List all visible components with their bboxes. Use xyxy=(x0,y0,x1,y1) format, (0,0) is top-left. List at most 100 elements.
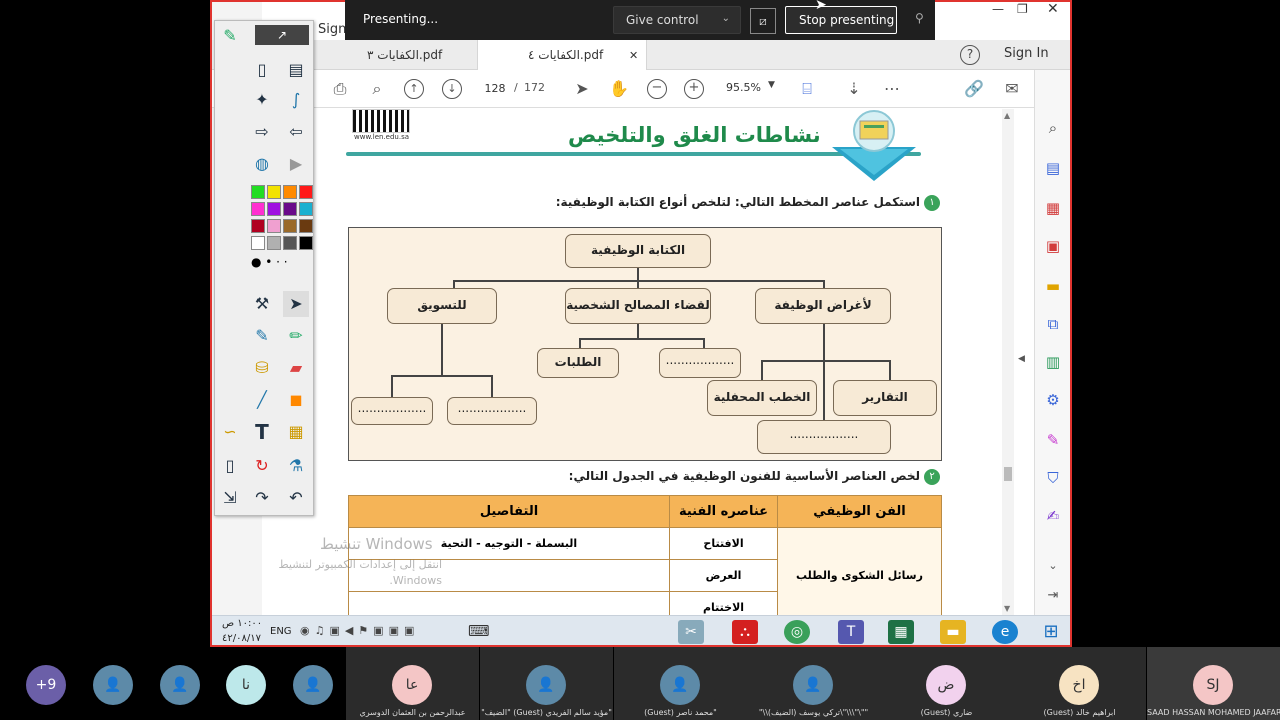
tab-kifayat-4[interactable]: الكفايات ٤.pdf ✕ xyxy=(477,40,647,70)
play-icon[interactable]: ▶ xyxy=(283,151,309,177)
color-swatch[interactable] xyxy=(299,219,313,233)
organize-icon[interactable]: ▦ xyxy=(1043,198,1063,218)
chevron-down-icon[interactable]: ▼ xyxy=(768,80,775,90)
sign-label[interactable]: Sign xyxy=(318,22,346,37)
app-explorer-icon[interactable]: ▬ xyxy=(940,620,966,644)
keyboard-icon[interactable]: ⌨ xyxy=(468,622,490,640)
color-swatch[interactable] xyxy=(251,185,265,199)
color-swatch[interactable] xyxy=(283,202,297,216)
pen-icon[interactable]: ✏ xyxy=(283,323,309,349)
color-swatch[interactable] xyxy=(251,236,265,250)
create-pdf-icon[interactable]: ▣ xyxy=(1043,236,1063,256)
undo-icon[interactable]: ↶ xyxy=(283,485,309,511)
page-number-input[interactable]: 128 xyxy=(478,80,512,98)
participant-tile[interactable]: 👤 xyxy=(278,647,346,720)
zoom-select[interactable]: 95.5% xyxy=(726,81,761,94)
color-swatch[interactable] xyxy=(267,202,281,216)
line-icon[interactable]: ╱ xyxy=(249,387,275,413)
restore-icon[interactable]: ❐ xyxy=(1017,2,1028,16)
export-pdf-icon[interactable]: ▤ xyxy=(1043,158,1063,178)
page-up-icon[interactable]: ↑ xyxy=(404,79,424,99)
color-swatch[interactable] xyxy=(299,202,313,216)
color-swatch[interactable] xyxy=(299,185,313,199)
scrollbar-up-icon[interactable]: ▲ xyxy=(1004,111,1010,120)
participant-tile[interactable]: 👤 xyxy=(146,647,212,720)
app-excel-icon[interactable]: ▦ xyxy=(888,620,914,644)
clapper-icon[interactable]: ▦ xyxy=(283,419,309,445)
color-swatch[interactable] xyxy=(283,185,297,199)
text-icon[interactable]: T xyxy=(249,419,275,445)
participant-tile[interactable]: 👤 xyxy=(80,647,146,720)
stop-presenting-button[interactable]: Stop presenting xyxy=(785,6,897,34)
print-icon[interactable]: ⎙ xyxy=(330,79,350,99)
minimize-icon[interactable]: — xyxy=(992,2,1004,16)
page-icon[interactable]: ▯ xyxy=(217,453,243,479)
color-swatch[interactable] xyxy=(267,185,281,199)
sign-icon[interactable]: ✍ xyxy=(1043,506,1063,526)
document-icon[interactable]: ▤ xyxy=(283,57,309,83)
participant-tile[interactable]: +9 xyxy=(0,647,80,720)
participant-tile[interactable]: 👤 (Guest) محمد ناصر" xyxy=(614,647,747,720)
email-icon[interactable]: ✉ xyxy=(1002,79,1022,99)
start-button[interactable]: ⊞ xyxy=(1038,620,1064,644)
color-swatch[interactable] xyxy=(283,219,297,233)
fill-icon[interactable]: ⛁ xyxy=(249,355,275,381)
comment-icon[interactable]: ▬ xyxy=(1043,276,1063,296)
spray-icon[interactable]: ⚗ xyxy=(283,453,309,479)
app-teams-icon[interactable]: T xyxy=(838,620,864,644)
color-swatch[interactable] xyxy=(283,236,297,250)
chevron-down-icon[interactable]: ⌄ xyxy=(1043,556,1063,576)
redo-icon[interactable]: ↷ xyxy=(249,485,275,511)
color-swatch[interactable] xyxy=(267,219,281,233)
more-icon[interactable]: ⋯ xyxy=(882,79,902,99)
globe-icon[interactable]: ◍ xyxy=(249,151,275,177)
color-swatch[interactable] xyxy=(267,236,281,250)
vertical-scrollbar[interactable]: ▲ ▼ xyxy=(1002,109,1014,615)
scan-icon[interactable]: ⚙ xyxy=(1043,390,1063,410)
scroll-mode-icon[interactable]: ⇣ xyxy=(844,79,864,99)
pointer-icon[interactable]: ➤ xyxy=(572,79,592,99)
tray-icons[interactable]: ◉♫▣◀⚑▣▣▣ xyxy=(300,624,419,637)
magic-tool-icon[interactable]: ✦ xyxy=(249,87,275,113)
color-swatch[interactable] xyxy=(251,202,265,216)
ink-style-icon[interactable]: ∽ xyxy=(217,419,243,445)
page-down-icon[interactable]: ↓ xyxy=(442,79,462,99)
pen-toolbar-icon[interactable]: ✎ xyxy=(217,23,243,49)
color-swatch[interactable] xyxy=(251,219,265,233)
id-card-icon[interactable]: ▯ xyxy=(249,57,275,83)
cursor-icon[interactable]: ➤ xyxy=(283,291,309,317)
fill-sign-icon[interactable]: ✎ xyxy=(1043,430,1063,450)
app-acrobat-icon[interactable]: ⛬ xyxy=(732,620,758,644)
scrollbar-thumb[interactable] xyxy=(1004,467,1012,481)
compress-icon[interactable]: ▥ xyxy=(1043,352,1063,372)
close-icon[interactable]: ✕ xyxy=(1047,2,1059,17)
pin-icon[interactable]: ⚲ xyxy=(915,11,924,25)
give-control-dropdown[interactable]: Give control ⌄ xyxy=(613,6,741,34)
hand-icon[interactable]: ✋ xyxy=(609,79,629,99)
shapes-icon[interactable]: ◼ xyxy=(283,387,309,413)
participant-tile[interactable]: ض (Guest) ضاري xyxy=(880,647,1013,720)
pen-size-selector[interactable]: ● • · · xyxy=(251,255,288,269)
participant-tile[interactable]: نا xyxy=(212,647,278,720)
close-tab-icon[interactable]: ✕ xyxy=(629,49,638,62)
zoom-out-icon[interactable]: − xyxy=(647,79,667,99)
forward-icon[interactable]: ⇨ xyxy=(249,119,275,145)
expand-panel-icon[interactable]: ⇥ xyxy=(1043,586,1063,606)
collapse-panel-icon[interactable]: ◀ xyxy=(1018,354,1025,364)
tab-kifayat-3[interactable]: الكفايات ٣.pdf xyxy=(367,40,467,70)
signature-icon[interactable]: ∫ xyxy=(283,87,309,113)
language-indicator[interactable]: ENG xyxy=(270,626,292,637)
stop-sharing-window-icon[interactable]: ⧄ xyxy=(750,8,776,34)
participant-tile[interactable]: عا عبدالرحمن بن العثمان الدوسري xyxy=(346,647,479,720)
back-icon[interactable]: ⇦ xyxy=(283,119,309,145)
tools-icon[interactable]: ⚒ xyxy=(249,291,275,317)
help-icon[interactable]: ? xyxy=(960,45,980,65)
link-icon[interactable]: 🔗 xyxy=(964,79,984,99)
refresh-icon[interactable]: ↻ xyxy=(249,453,275,479)
combine-icon[interactable]: ⧉ xyxy=(1043,314,1063,334)
color-swatch[interactable] xyxy=(299,236,313,250)
zoom-tool-icon[interactable]: ⌕ xyxy=(1043,118,1063,138)
search-icon[interactable]: ⌕ xyxy=(367,79,387,99)
scrollbar-down-icon[interactable]: ▼ xyxy=(1004,604,1010,613)
fit-page-icon[interactable]: ⌸ xyxy=(797,79,817,99)
